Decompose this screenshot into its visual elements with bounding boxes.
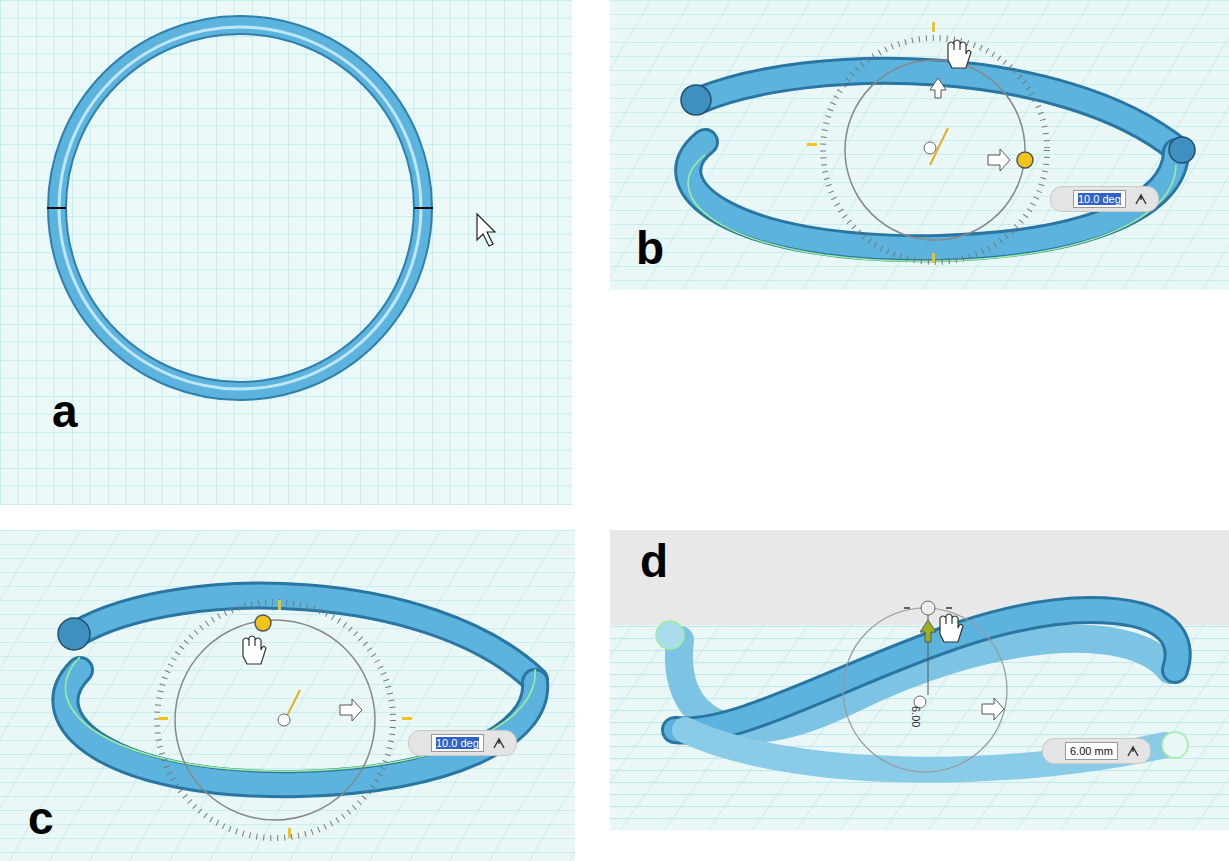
angle-field[interactable]: 10.0 deg <box>431 734 484 752</box>
viewport[interactable] <box>610 0 1229 290</box>
panel-label: b <box>636 225 664 271</box>
snap-icon[interactable] <box>492 736 506 750</box>
distance-input[interactable]: 6.00 mm <box>1042 738 1151 764</box>
twisted-ring-model[interactable] <box>656 610 1188 770</box>
move-arrow-icon[interactable] <box>920 620 936 642</box>
twisted-ring-model[interactable] <box>681 71 1195 261</box>
rotate-handle-icon[interactable] <box>1017 152 1033 168</box>
viewport[interactable] <box>610 530 1229 830</box>
panel-top-view: a <box>0 0 572 505</box>
panel-label: d <box>640 538 668 584</box>
angle-input[interactable]: 10.0 deg <box>408 730 517 756</box>
snap-icon[interactable] <box>1126 744 1140 758</box>
panel-label: c <box>28 795 54 841</box>
dimension-label: 6.00 <box>910 706 922 727</box>
rotate-gizmo[interactable] <box>157 600 412 838</box>
panel-move: 6.00 6.00 mm d <box>610 530 1229 830</box>
ring-model[interactable] <box>47 25 433 391</box>
panel-rotate: 10.0 deg b <box>610 0 1229 290</box>
hand-cursor-icon <box>243 636 266 664</box>
cursor-icon <box>477 214 495 246</box>
figure: a 10.0 deg b 10.0 deg c 6.00 6.00 mm d <box>0 0 1229 861</box>
viewport[interactable] <box>0 530 575 861</box>
move-gizmo[interactable] <box>843 601 1007 772</box>
angle-field[interactable]: 10.0 deg <box>1073 190 1126 208</box>
rotate-gizmo[interactable] <box>807 22 1047 263</box>
hand-cursor-icon <box>940 614 963 642</box>
snap-icon[interactable] <box>1134 192 1148 206</box>
hand-cursor-icon <box>948 40 971 68</box>
panel-label: a <box>52 388 78 434</box>
viewport[interactable] <box>0 0 572 505</box>
distance-field[interactable]: 6.00 mm <box>1065 742 1118 760</box>
rotate-handle-icon[interactable] <box>255 615 271 631</box>
angle-input[interactable]: 10.0 deg <box>1050 186 1159 212</box>
panel-rotate-lower: 10.0 deg c <box>0 530 575 861</box>
twisted-ring-model[interactable] <box>58 596 535 785</box>
